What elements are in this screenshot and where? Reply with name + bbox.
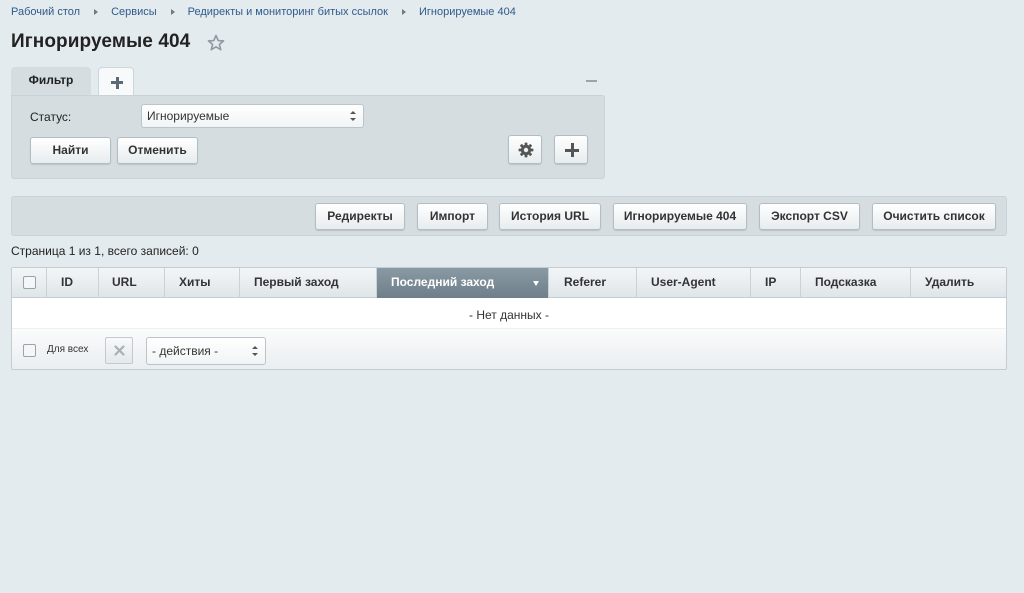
page-info: Страница 1 из 1, всего записей: 0 xyxy=(11,244,199,258)
grid-footer: Для всех - действия - xyxy=(12,328,1006,369)
grid-header: ID URL Хиты Первый заход Последний заход… xyxy=(12,268,1006,298)
select-arrows-icon xyxy=(350,111,356,121)
minimize-icon[interactable] xyxy=(586,80,597,82)
close-icon xyxy=(114,345,125,356)
status-select-value: Игнорируемые xyxy=(147,109,230,123)
breadcrumb-item-services[interactable]: Сервисы xyxy=(111,6,157,18)
breadcrumb-separator-icon xyxy=(170,9,175,15)
column-header-first-visit[interactable]: Первый заход xyxy=(240,268,377,298)
actions-select-value: - действия - xyxy=(152,344,219,358)
toolbar: Редиректы Импорт История URL Игнорируемы… xyxy=(11,196,1007,236)
url-history-button[interactable]: История URL xyxy=(499,203,601,230)
export-csv-button[interactable]: Экспорт CSV xyxy=(759,203,860,230)
header-select-all[interactable] xyxy=(12,268,47,298)
column-header-url[interactable]: URL xyxy=(99,268,165,298)
actions-select[interactable]: - действия - xyxy=(146,337,266,365)
page-title: Игнорируемые 404 xyxy=(11,31,191,52)
breadcrumb-separator-icon xyxy=(94,9,99,15)
plus-icon xyxy=(565,143,579,157)
select-arrows-icon xyxy=(252,346,258,356)
status-select[interactable]: Игнорируемые xyxy=(141,104,364,128)
breadcrumb: Рабочий стол Сервисы Редиректы и монитор… xyxy=(11,5,516,19)
column-header-last-visit[interactable]: Последний заход xyxy=(377,268,549,298)
find-button[interactable]: Найти xyxy=(30,137,111,164)
gear-icon xyxy=(518,142,534,158)
empty-state-text: - Нет данных - xyxy=(469,308,549,322)
redirects-button[interactable]: Редиректы xyxy=(315,203,405,230)
for-all-checkbox[interactable] xyxy=(23,344,36,357)
select-all-checkbox[interactable] xyxy=(23,276,36,289)
add-filter-field-button[interactable] xyxy=(554,135,588,164)
status-label: Статус: xyxy=(30,110,72,124)
column-header-last-visit-label: Последний заход xyxy=(391,275,495,289)
column-header-hint[interactable]: Подсказка xyxy=(801,268,911,298)
data-grid: ID URL Хиты Первый заход Последний заход… xyxy=(11,267,1007,370)
column-header-hits[interactable]: Хиты xyxy=(165,268,240,298)
breadcrumb-item-ignored[interactable]: Игнорируемые 404 xyxy=(419,6,516,18)
for-all-label: Для всех xyxy=(47,344,89,355)
column-header-referer[interactable]: Referer xyxy=(549,268,637,298)
import-button[interactable]: Импорт xyxy=(417,203,488,230)
filter-panel: Статус: Игнорируемые Найти Отменить xyxy=(11,95,605,179)
tab-filter[interactable]: Фильтр xyxy=(11,67,91,96)
breadcrumb-item-desktop[interactable]: Рабочий стол xyxy=(11,6,80,18)
delete-selected-button[interactable] xyxy=(105,337,133,364)
cancel-button[interactable]: Отменить xyxy=(117,137,198,164)
breadcrumb-item-redirects[interactable]: Редиректы и мониторинг битых ссылок xyxy=(188,6,388,18)
column-header-id[interactable]: ID xyxy=(47,268,99,298)
sort-desc-icon xyxy=(533,281,539,286)
column-header-user-agent[interactable]: User-Agent xyxy=(637,268,751,298)
column-header-ip[interactable]: IP xyxy=(751,268,801,298)
clear-list-button[interactable]: Очистить список xyxy=(872,203,996,230)
breadcrumb-separator-icon xyxy=(401,9,406,15)
column-header-delete[interactable]: Удалить xyxy=(911,268,1006,298)
filter-settings-button[interactable] xyxy=(508,135,542,164)
star-icon[interactable] xyxy=(206,33,226,53)
add-filter-tab-button[interactable] xyxy=(98,67,134,95)
ignored-404-button[interactable]: Игнорируемые 404 xyxy=(613,203,747,230)
